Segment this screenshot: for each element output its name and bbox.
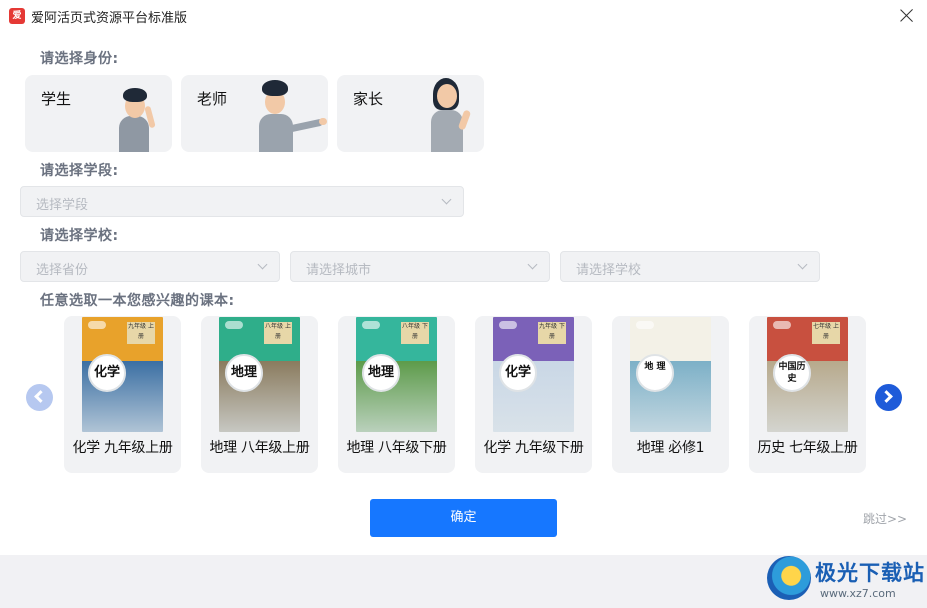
book-cover-image: 九年级 上册 化学 [82,317,163,432]
book-card[interactable]: 九年级 上册 化学化学 九年级上册 [64,316,181,473]
chevron-down-icon [257,259,268,270]
book-card[interactable]: 八年级 上册 地理地理 八年级上册 [201,316,318,473]
book-cover-image: 七年级 上册 中国历史 [767,317,848,432]
book-subject-badge: 地 理 [636,354,674,392]
chevron-down-icon [527,259,538,270]
watermark-logo-icon [767,556,811,600]
city-select-value: 请选择城市 [306,263,372,278]
confirm-button[interactable]: 确定 [370,499,557,537]
parent-figure-icon [425,76,475,152]
book-grade-tag: 八年级 下册 [401,322,429,344]
province-select-value: 选择省份 [36,263,89,278]
book-title: 地理 八年级下册 [346,440,447,456]
book-grade-tag: 七年级 上册 [812,322,840,344]
stage-select[interactable]: 选择学段 [20,186,464,217]
teacher-figure-icon [255,78,327,152]
close-icon[interactable] [895,4,919,28]
book-title: 化学 九年级下册 [483,440,584,456]
book-grade-tag: 九年级 下册 [538,322,566,344]
book-cover-image: 八年级 下册 地理 [356,317,437,432]
book-card[interactable]: 九年级 下册 化学化学 九年级下册 [475,316,592,473]
school-select[interactable]: 请选择学校 [560,251,820,282]
book-title: 化学 九年级上册 [72,440,173,456]
role-card-student[interactable]: 学生 [25,75,172,152]
student-figure-icon [113,80,163,152]
city-select[interactable]: 请选择城市 [290,251,550,282]
province-select[interactable]: 选择省份 [20,251,280,282]
books-label: 任意选取一本您感兴趣的课本: [40,293,235,309]
book-cover-image: 八年级 上册 地理 [219,317,300,432]
book-cover-image: 地 理 [630,317,711,432]
book-card[interactable]: 地 理地理 必修1 [612,316,729,473]
book-subject-badge: 中国历史 [773,354,811,392]
chevron-down-icon [797,259,808,270]
chevron-down-icon [441,194,452,205]
stage-label: 请选择学段: [40,163,119,179]
title-bar: 爱 爱阿活页式资源平台标准版 [0,0,927,32]
book-grade-tag: 八年级 上册 [264,322,292,344]
identity-label: 请选择身份: [40,51,119,67]
book-subject-badge: 地理 [362,354,400,392]
stage-select-value: 选择学段 [36,198,89,213]
school-select-value: 请选择学校 [576,263,642,278]
role-card-parent[interactable]: 家长 [337,75,484,152]
role-label: 家长 [353,90,384,108]
role-label: 学生 [41,90,72,108]
book-subject-badge: 化学 [499,354,537,392]
role-card-teacher[interactable]: 老师 [181,75,328,152]
book-title: 地理 必修1 [636,440,705,456]
role-label: 老师 [197,90,228,108]
book-card[interactable]: 七年级 上册 中国历史历史 七年级上册 [749,316,866,473]
book-card[interactable]: 八年级 下册 地理地理 八年级下册 [338,316,455,473]
book-grade-tag: 九年级 上册 [127,322,155,344]
watermark-url: www.xz7.com [820,587,896,600]
book-title: 历史 七年级上册 [757,440,858,456]
chevron-right-icon[interactable] [875,384,902,411]
chevron-left-icon[interactable] [26,384,53,411]
skip-link[interactable]: 跳过>> [863,510,907,527]
window-title: 爱阿活页式资源平台标准版 [31,11,188,26]
book-cover-image: 九年级 下册 化学 [493,317,574,432]
watermark-name: 极光下载站 [815,561,925,585]
app-logo-icon: 爱 [9,8,25,24]
book-subject-badge: 地理 [225,354,263,392]
book-title: 地理 八年级上册 [209,440,310,456]
book-subject-badge: 化学 [88,354,126,392]
school-label: 请选择学校: [40,228,119,244]
